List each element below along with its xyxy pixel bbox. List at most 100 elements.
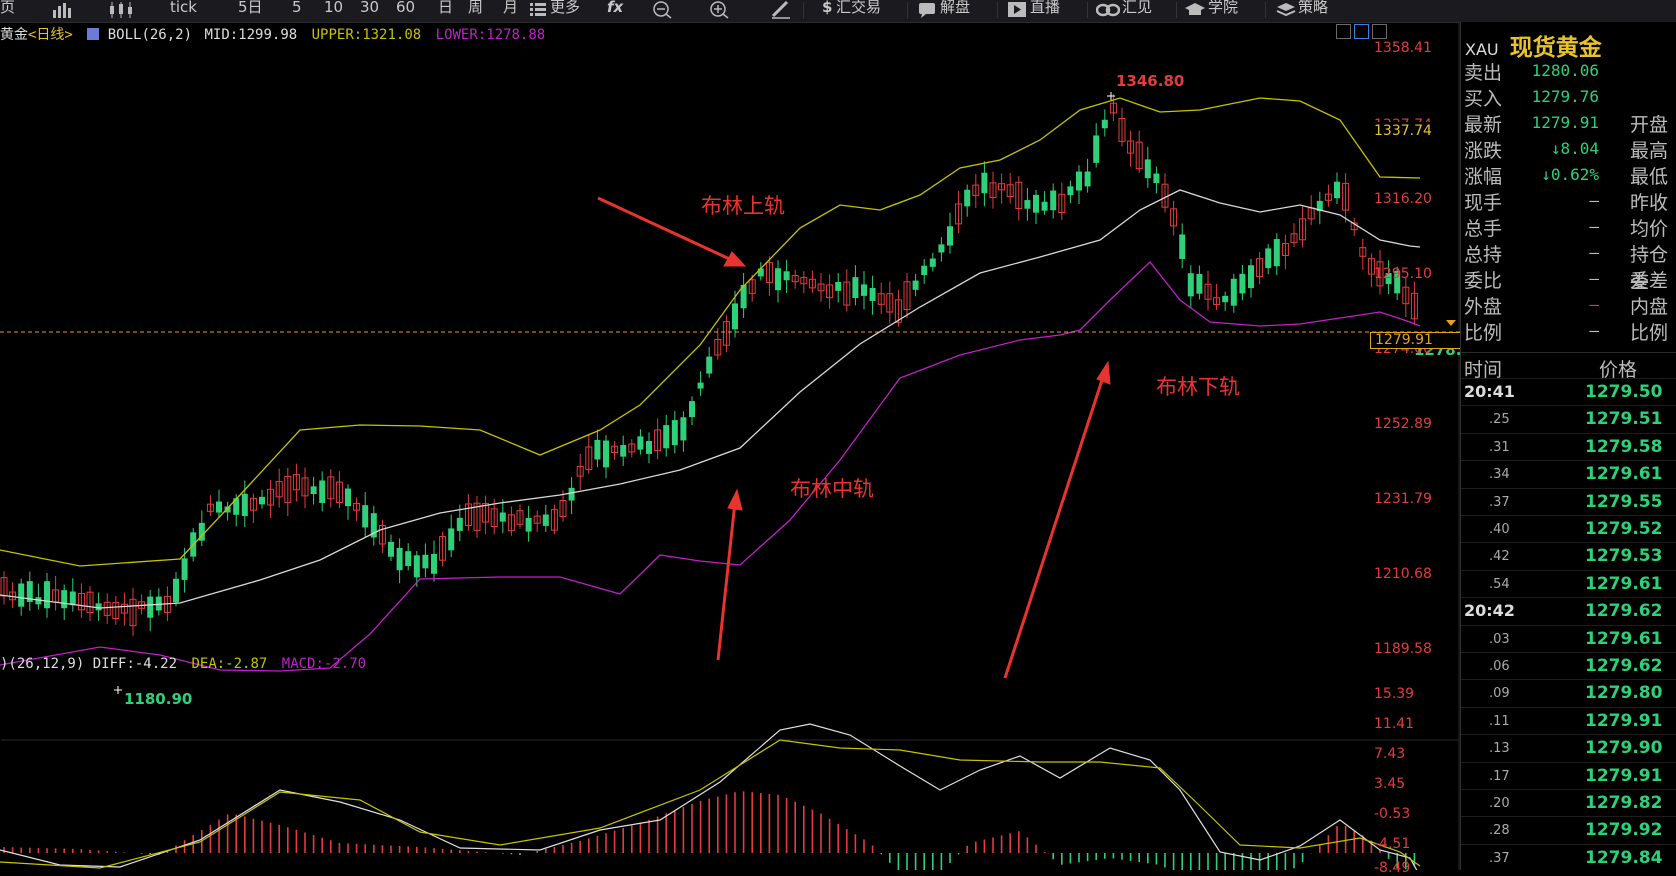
- tick-second: .54: [1489, 576, 1510, 592]
- quote-label-right: 开盘: [1630, 114, 1669, 136]
- tick-time: 20:41: [1464, 382, 1515, 401]
- quote-row: 涨幅 ↓0.62% 最低: [1461, 162, 1676, 188]
- tick-row: .40 1279.52: [1461, 515, 1676, 543]
- quote-label-right: 均价: [1630, 218, 1669, 240]
- tick-price: 1279.91: [1585, 710, 1663, 731]
- tick-time: 20:42: [1464, 601, 1515, 621]
- price-alert-icon: [1446, 320, 1456, 326]
- macd-header: )(26,12,9) DIFF:-4.22 DEA:-2.87 MACD:-2.…: [0, 656, 366, 674]
- tick-second: .42: [1489, 549, 1510, 565]
- tick-price: 1279.80: [1585, 683, 1663, 704]
- panel-title: XAU 现货黄金: [1465, 28, 1602, 61]
- tick-row: .54 1279.61: [1461, 569, 1676, 598]
- tick-list[interactable]: 20:41 1279.50 .25 1279.51 .31 1279.58 .34 1279.…: [1461, 378, 1676, 870]
- quote-label-right: 委差: [1630, 270, 1669, 292]
- quote-label: 买入: [1464, 88, 1503, 110]
- quote-label: 比例: [1464, 322, 1503, 344]
- tick-price: 1279.61: [1585, 628, 1663, 649]
- macd-dea: DEA:-2.87: [191, 656, 268, 672]
- tick-second: .20: [1489, 796, 1510, 811]
- quote-row: 买入 1279.76: [1461, 84, 1676, 110]
- tick-row: .25 1279.51: [1461, 405, 1676, 433]
- tick-second: .37: [1489, 850, 1510, 866]
- quote-label: 涨幅: [1464, 166, 1503, 188]
- tick-row: .03 1279.61: [1461, 624, 1676, 653]
- tick-second: .13: [1489, 741, 1510, 757]
- middle-band-annotation: 布林中轨: [790, 477, 874, 501]
- quote-label: 外盘: [1464, 296, 1503, 318]
- tick-price: 1279.61: [1585, 464, 1663, 485]
- quote-label-right: 内盘: [1630, 296, 1669, 318]
- candle-series: [0, 94, 1418, 637]
- macd-params: )(26,12,9): [0, 656, 85, 672]
- quote-value: –: [1589, 295, 1599, 314]
- tick-row: .17 1279.91: [1461, 761, 1676, 790]
- low-label: 1180.90: [124, 690, 193, 708]
- quote-row: 最新 1279.91 开盘: [1461, 110, 1676, 136]
- tick-price: 1279.58: [1585, 436, 1663, 457]
- tick-row: .06 1279.62: [1461, 652, 1676, 680]
- tick-price: 1279.62: [1585, 656, 1663, 676]
- candlestick-chart[interactable]: [0, 0, 1460, 870]
- tick-row: .34 1279.61: [1461, 460, 1676, 488]
- quote-value: –: [1589, 321, 1599, 340]
- quote-row: 现手 – 昨收: [1461, 188, 1676, 214]
- tick-second: .31: [1489, 439, 1510, 455]
- quote-value: ↓0.62%: [1541, 165, 1599, 184]
- price-tick: 1210.68: [1374, 566, 1432, 582]
- tick-second: .25: [1489, 412, 1510, 428]
- quote-label-right: 昨收: [1630, 192, 1669, 214]
- panel-name: 现货黄金: [1509, 34, 1602, 61]
- price-tick: 1189.58: [1374, 641, 1432, 657]
- tick-second: .09: [1489, 686, 1510, 702]
- tick-price: 1279.90: [1585, 738, 1663, 759]
- quote-label: 总持: [1464, 244, 1503, 266]
- tick-price: 1279.91: [1585, 765, 1663, 786]
- tick-row: .09 1279.80: [1461, 679, 1676, 707]
- macd-tick: -4.51: [1374, 836, 1411, 852]
- quote-label-right: 最高: [1630, 140, 1669, 162]
- tick-second: .28: [1489, 823, 1510, 839]
- price-tick: 1358.41: [1374, 40, 1432, 56]
- tick-row: .28 1279.92: [1461, 816, 1676, 844]
- quote-table: 卖出 1280.06 买入 1279.76 最新 1279.91 开盘 涨跌 ↓8.04 最高 涨幅…: [1461, 58, 1676, 348]
- tick-price: 1279.84: [1585, 847, 1663, 868]
- macd-panel: [0, 723, 1421, 870]
- macd-diff: DIFF:-4.22: [92, 656, 178, 672]
- tick-row: .42 1279.53: [1461, 542, 1676, 570]
- price-tick: 1295.10: [1374, 266, 1432, 282]
- quote-label-right: 最低: [1630, 166, 1669, 188]
- quote-row: 总手 – 均价: [1461, 214, 1676, 240]
- tick-price: 1279.55: [1585, 491, 1663, 512]
- quote-value: 1279.76: [1531, 87, 1599, 106]
- tick-row: .37 1279.55: [1461, 487, 1676, 516]
- quote-label-right: 比例: [1630, 322, 1669, 344]
- ticks-header: 时间 价格: [1461, 352, 1676, 381]
- current-price-tag: 1279.91: [1370, 332, 1462, 349]
- macd-tick: -8.49: [1374, 860, 1411, 876]
- tick-price: 1279.51: [1585, 409, 1663, 430]
- low-marker: [114, 686, 122, 694]
- quote-row: 外盘 – 内盘: [1461, 292, 1676, 318]
- quote-label: 现手: [1464, 192, 1503, 214]
- price-tick: 1316.20: [1374, 191, 1432, 207]
- macd-tick: -0.53: [1374, 806, 1411, 822]
- quote-row: 委比 – 委差: [1461, 266, 1676, 292]
- tick-price: 1279.92: [1585, 820, 1663, 841]
- quote-label: 涨跌: [1464, 140, 1503, 162]
- tick-price: 1279.52: [1585, 519, 1663, 539]
- quote-value: ↓8.04: [1550, 139, 1599, 158]
- high-label: 1346.80: [1116, 72, 1185, 90]
- tick-row: .37 1279.84: [1461, 843, 1676, 872]
- tick-row: .20 1279.82: [1461, 789, 1676, 817]
- tick-second: .06: [1489, 659, 1510, 674]
- upper-band-annotation: 布林上轨: [701, 194, 785, 218]
- quote-value: 1280.06: [1531, 61, 1599, 80]
- tick-second: .17: [1489, 768, 1510, 784]
- tick-price: 1279.82: [1585, 793, 1663, 813]
- quote-label: 卖出: [1464, 62, 1503, 84]
- tick-second: .34: [1489, 467, 1510, 483]
- quote-value: 1279.91: [1531, 113, 1599, 132]
- tick-second: .40: [1489, 522, 1510, 537]
- price-tick: 1252.89: [1374, 416, 1432, 432]
